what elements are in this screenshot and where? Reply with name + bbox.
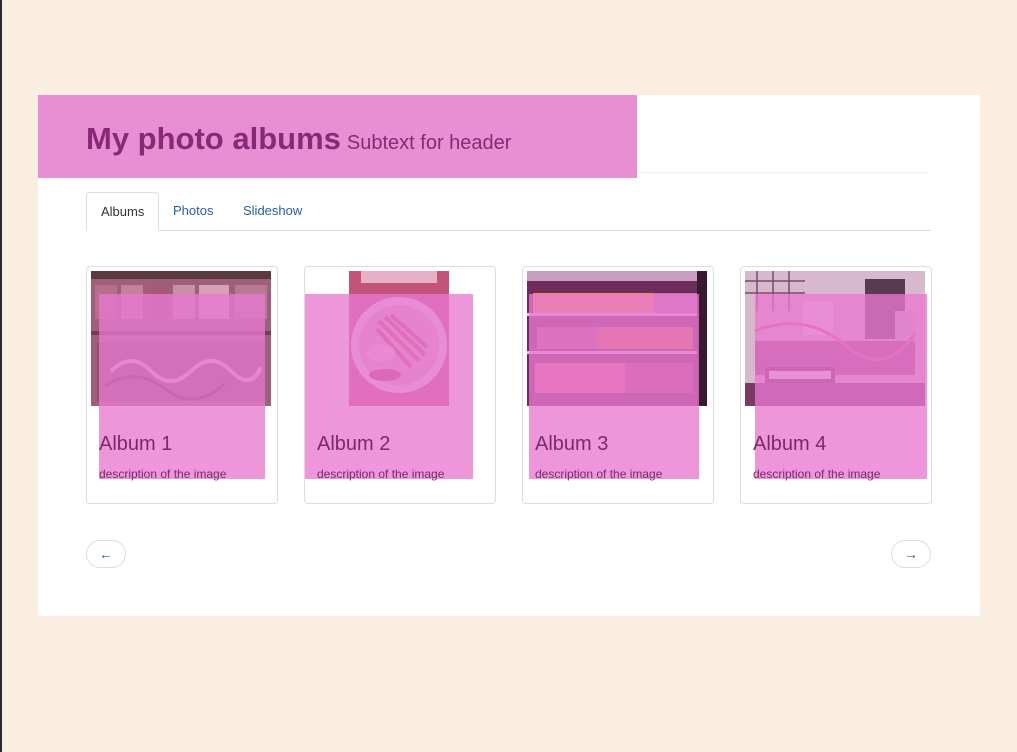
album-description: description of the image [99, 467, 227, 481]
album-description: description of the image [753, 467, 881, 481]
album-card-4[interactable]: Album 4 description of the image [740, 266, 932, 504]
page-subtitle: Subtext for header [346, 132, 512, 154]
album-title: Album 3 [535, 433, 609, 455]
tab-photos[interactable]: Photos [159, 192, 227, 229]
next-button[interactable]: → [891, 540, 931, 568]
page-title-text: My photo albums [86, 121, 341, 156]
album-card-3[interactable]: Album 3 description of the image [522, 266, 714, 504]
tab-albums[interactable]: Albums [86, 192, 160, 231]
albums-panel: My photo albums Subtext for header Albums… [38, 95, 980, 616]
album-card-1[interactable]: Album 1 description of the image [86, 266, 278, 504]
page-title: My photo albums Subtext for header [86, 121, 511, 157]
album-description: description of the image [535, 467, 663, 481]
previous-button[interactable]: ← [86, 540, 126, 568]
page-header: My photo albums Subtext for header [38, 95, 637, 178]
header-divider [637, 172, 929, 173]
tab-slideshow[interactable]: Slideshow [229, 192, 316, 229]
album-description: description of the image [317, 467, 445, 481]
album-card-2[interactable]: Album 2 description of the image [304, 266, 496, 504]
album-title: Album 4 [753, 433, 827, 455]
tab-bar: Albums Photos Slideshow [86, 192, 931, 231]
album-title: Album 1 [99, 433, 173, 455]
window-edge [0, 0, 2, 752]
album-title: Album 2 [317, 433, 391, 455]
